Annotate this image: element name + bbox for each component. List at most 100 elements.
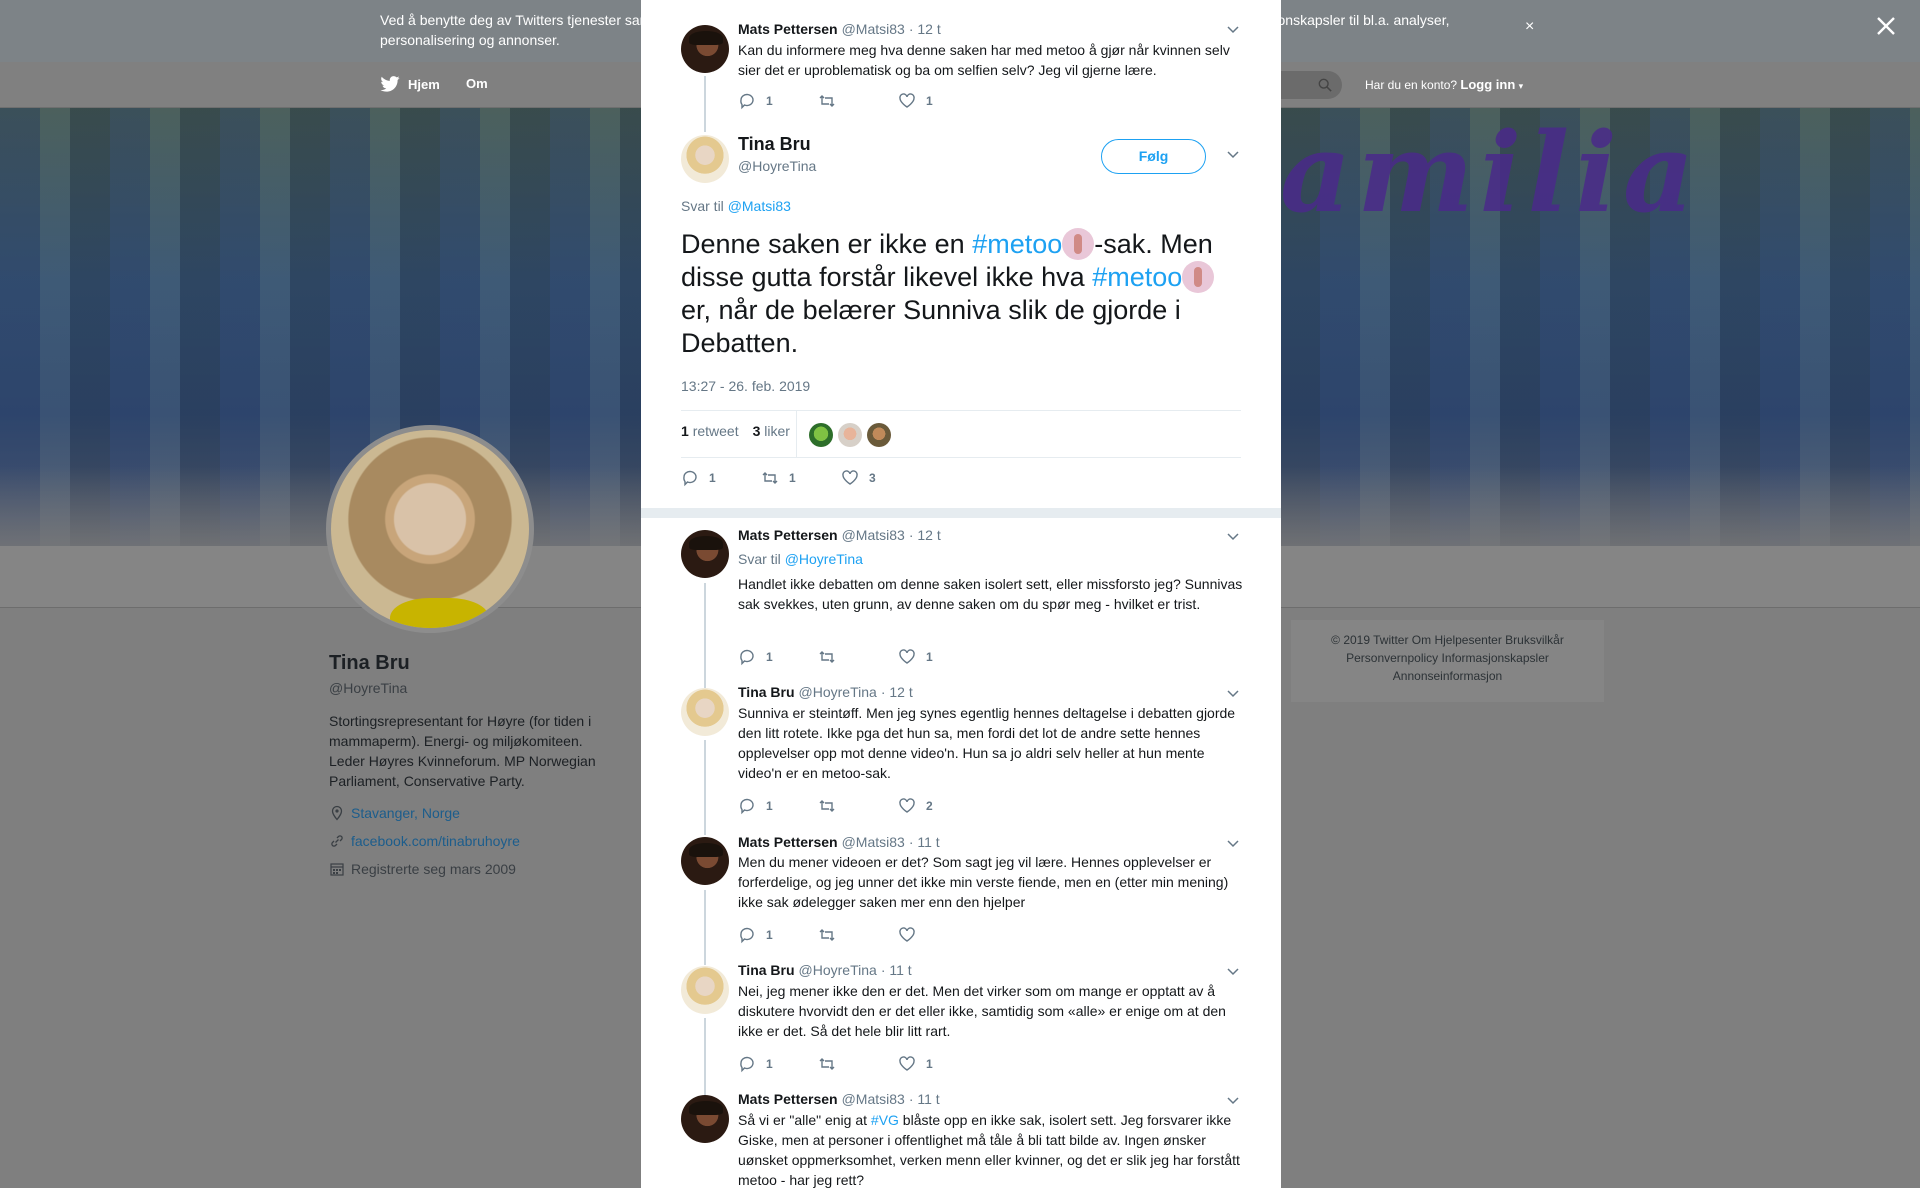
tweet-time[interactable]: · 11 t: [881, 962, 912, 978]
reply-button[interactable]: 1: [738, 648, 818, 666]
author-name[interactable]: Mats Pettersen: [738, 834, 838, 850]
author-name[interactable]: Mats Pettersen: [738, 21, 838, 37]
like-button[interactable]: [898, 926, 978, 944]
heart-icon: [899, 649, 915, 664]
author-name[interactable]: Mats Pettersen: [738, 1091, 838, 1107]
tweet-header: Tina Bru @HoyreTina · 12 t: [738, 684, 913, 700]
chevron-down-icon[interactable]: [1227, 840, 1239, 848]
author-handle[interactable]: @Matsi83: [842, 834, 905, 850]
liker-avatar[interactable]: [867, 423, 891, 447]
author-handle[interactable]: @Matsi83: [842, 21, 905, 37]
like-button[interactable]: 1: [898, 648, 978, 666]
reply-handle-link[interactable]: @HoyreTina: [785, 551, 863, 567]
main-author-name[interactable]: Tina Bru: [738, 134, 811, 155]
profile-location: Stavanger, Norge: [329, 805, 460, 821]
profile-name[interactable]: Tina Bru: [329, 652, 410, 675]
nav-home-link[interactable]: Hjem: [380, 76, 440, 92]
retweet-button[interactable]: [818, 797, 898, 815]
author-handle[interactable]: @HoyreTina: [799, 962, 877, 978]
nav-about-link[interactable]: Om: [466, 76, 488, 91]
author-name[interactable]: Tina Bru: [738, 962, 795, 978]
profile-avatar[interactable]: [326, 425, 534, 633]
account-area: Har du en konto? Logg inn ▾: [1365, 77, 1523, 92]
text-segment: Denne saken er ikke en: [681, 229, 973, 259]
retweet-button[interactable]: 1: [761, 469, 841, 487]
footer-line-1[interactable]: © 2019 Twitter Om Hjelpesenter Bruksvilk…: [1291, 633, 1604, 647]
author-handle[interactable]: @HoyreTina: [799, 684, 877, 700]
avatar[interactable]: [681, 530, 729, 578]
hashtag-link[interactable]: #metoo: [972, 229, 1062, 259]
footer-line-3[interactable]: Annonseinformasjon: [1291, 669, 1604, 683]
cookie-close-button[interactable]: ×: [1525, 18, 1534, 36]
chevron-down-icon[interactable]: [1227, 690, 1239, 698]
retweet-button[interactable]: [818, 926, 898, 944]
retweet-stat[interactable]: 1 retweet: [681, 423, 739, 439]
follow-button[interactable]: Følg: [1101, 139, 1206, 174]
author-handle[interactable]: @Matsi83: [842, 527, 905, 543]
main-author-handle[interactable]: @HoyreTina: [738, 158, 816, 174]
avatar[interactable]: [681, 1095, 729, 1143]
location-link[interactable]: Stavanger, Norge: [351, 805, 460, 821]
tweet-text: Handlet ikke debatten om denne saken iso…: [738, 576, 1243, 612]
nav-home-label: Hjem: [408, 76, 440, 92]
reply-handle-link[interactable]: @Matsi83: [728, 198, 791, 214]
reply-button[interactable]: 1: [738, 926, 818, 944]
banner-text: amilia: [1280, 108, 1701, 237]
tweet-actions: 1: [738, 926, 978, 944]
retweet-button[interactable]: [818, 1055, 898, 1073]
reply-icon: [740, 798, 754, 815]
tweet-timestamp[interactable]: 13:27 - 26. feb. 2019: [681, 378, 810, 394]
like-button[interactable]: 3: [841, 469, 921, 487]
avatar[interactable]: [681, 688, 729, 736]
like-button[interactable]: 2: [898, 797, 978, 815]
tweet-header: Mats Pettersen @Matsi83 · 11 t: [738, 1091, 940, 1107]
account-prompt: Har du en konto?: [1365, 78, 1458, 92]
like-stat[interactable]: 3 liker: [753, 423, 790, 439]
author-name[interactable]: Tina Bru: [738, 684, 795, 700]
tweet-time[interactable]: · 12 t: [881, 684, 913, 700]
author-handle[interactable]: @Matsi83: [842, 1091, 905, 1107]
chevron-down-icon[interactable]: [1227, 533, 1239, 541]
avatar[interactable]: [681, 966, 729, 1014]
tweet-time[interactable]: · 11 t: [909, 1091, 940, 1107]
reply-icon: [740, 1056, 754, 1073]
tweet-text: Så vi er "alle" enig at #VG blåste opp e…: [738, 1110, 1248, 1188]
liker-avatar[interactable]: [809, 423, 833, 447]
reply-label: Svar til: [681, 198, 724, 214]
avatar[interactable]: [681, 25, 729, 73]
chevron-down-icon[interactable]: [1227, 968, 1239, 976]
reply-button[interactable]: 1: [738, 92, 818, 110]
like-count: 1: [926, 1057, 933, 1071]
reply-button[interactable]: 1: [681, 469, 761, 487]
retweet-stat-label: retweet: [692, 423, 739, 439]
chevron-down-icon[interactable]: [1227, 1097, 1239, 1105]
login-link[interactable]: Logg inn: [1460, 77, 1515, 92]
reply-button[interactable]: 1: [738, 797, 818, 815]
close-modal-icon[interactable]: [1872, 12, 1900, 40]
avatar[interactable]: [681, 837, 729, 885]
reply-icon: [740, 93, 754, 110]
twitter-bird-icon: [380, 76, 400, 92]
like-button[interactable]: 1: [898, 92, 978, 110]
chevron-down-icon[interactable]: [1227, 151, 1239, 159]
liker-avatar[interactable]: [838, 423, 862, 447]
retweet-button[interactable]: [818, 92, 898, 110]
author-name[interactable]: Mats Pettersen: [738, 527, 838, 543]
tweet-time[interactable]: · 12 t: [909, 21, 941, 37]
avatar[interactable]: [681, 135, 729, 183]
reply-button[interactable]: 1: [738, 1055, 818, 1073]
heart-icon: [899, 1056, 915, 1071]
footer-line-2[interactable]: Personvernpolicy Informasjonskapsler: [1291, 651, 1604, 665]
caret-down-icon[interactable]: ▾: [1519, 81, 1524, 91]
tweet-time[interactable]: · 11 t: [909, 834, 940, 850]
hashtag-link[interactable]: #metoo: [1092, 262, 1182, 292]
reply-count: 1: [766, 94, 773, 108]
retweet-button[interactable]: [818, 648, 898, 666]
profile-handle[interactable]: @HoyreTina: [329, 680, 407, 696]
like-button[interactable]: 1: [898, 1055, 978, 1073]
chevron-down-icon[interactable]: [1227, 26, 1239, 34]
tweet-time[interactable]: · 12 t: [909, 527, 941, 543]
website-link[interactable]: facebook.com/tinabruhoyre: [351, 833, 520, 849]
tweet-actions: 1 1: [738, 1055, 978, 1073]
hashtag-link[interactable]: #VG: [871, 1112, 899, 1128]
